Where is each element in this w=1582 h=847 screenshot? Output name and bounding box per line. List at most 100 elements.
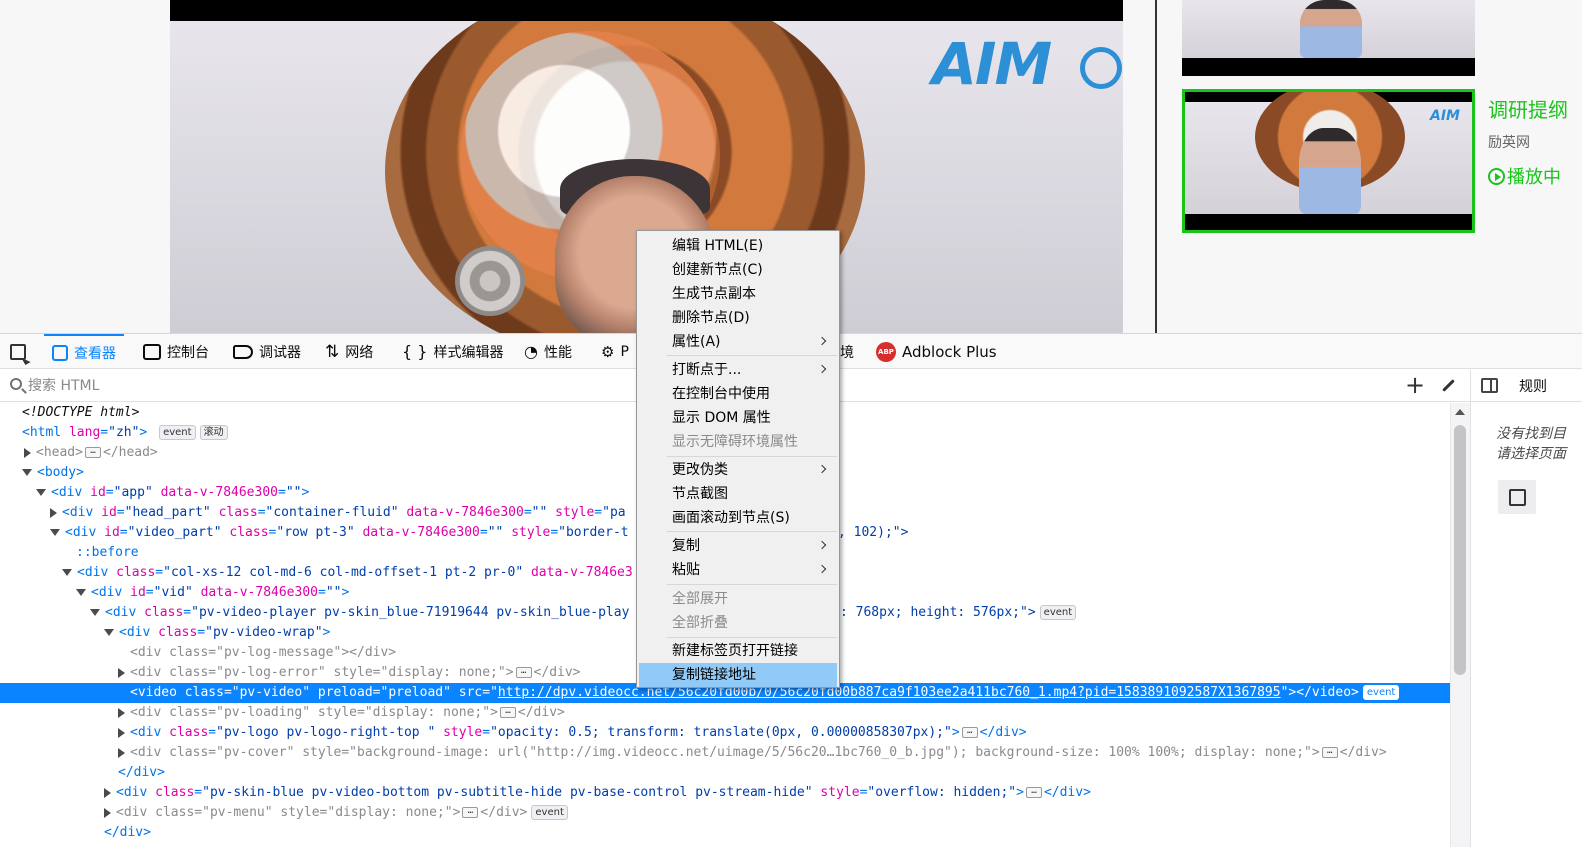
element-picker-button[interactable] xyxy=(10,334,26,369)
tab-debugger[interactable]: 调试器 xyxy=(233,334,301,369)
collapse-arrow-icon[interactable] xyxy=(90,609,100,616)
collapse-arrow-icon[interactable] xyxy=(76,589,86,596)
expand-arrow-icon[interactable] xyxy=(118,667,125,678)
markup-node[interactable]: <div class="pv-logo pv-logo-right-top " … xyxy=(0,723,1450,743)
menu-item-screenshot-node[interactable]: 节点截图 xyxy=(639,482,837,506)
add-node-button[interactable]: + xyxy=(1403,373,1427,399)
event-badge[interactable]: event xyxy=(531,805,568,820)
tag-name: div xyxy=(72,525,97,540)
attr-name: style xyxy=(280,805,320,820)
markup-node[interactable]: </div> xyxy=(0,823,1450,843)
tab-console[interactable]: 控制台 xyxy=(143,334,209,369)
menu-item-create-node[interactable]: 创建新节点(C) xyxy=(639,258,837,282)
menu-item-change-pseudo-class[interactable]: 更改伪类 xyxy=(639,458,837,482)
tab-label: 控制台 xyxy=(167,344,209,361)
expand-arrow-icon[interactable] xyxy=(24,447,31,458)
collapsed-ellipsis-icon[interactable]: … xyxy=(1025,787,1042,798)
playlist-item-title[interactable]: 调研提纲 xyxy=(1488,94,1568,123)
event-badge[interactable]: event xyxy=(1039,605,1077,620)
event-badge[interactable]: event xyxy=(1362,685,1400,700)
expand-arrow-icon[interactable] xyxy=(118,747,125,758)
tab-label: 查看器 xyxy=(74,345,116,362)
tab-accessibility[interactable]: 境 xyxy=(840,334,854,369)
collapse-arrow-icon[interactable] xyxy=(50,529,60,536)
markup-node[interactable]: <div class="pv-cover" style="background-… xyxy=(0,743,1450,763)
menu-item-show-dom-properties[interactable]: 显示 DOM 属性 xyxy=(639,406,837,430)
playlist-thumbnail-active[interactable]: AIM xyxy=(1182,89,1475,233)
tab-inspector[interactable]: 查看器 xyxy=(44,334,124,369)
collapse-arrow-icon[interactable] xyxy=(104,629,114,636)
collapsed-ellipsis-icon[interactable]: … xyxy=(515,667,532,678)
menu-item-edit-html[interactable]: 编辑 HTML(E) xyxy=(639,234,837,258)
collapse-arrow-icon[interactable] xyxy=(22,469,32,476)
collapsed-ellipsis-icon[interactable]: … xyxy=(462,807,479,818)
rules-panel: 没有找到目 请选择页面 xyxy=(1470,402,1582,847)
tag-name: div xyxy=(126,625,151,640)
tab-rules[interactable]: 规则 xyxy=(1519,376,1547,396)
tag-name: div xyxy=(112,605,137,620)
menu-item-scroll-into-view[interactable]: 画面滚动到节点(S) xyxy=(639,506,837,530)
tab-performance[interactable]: ◔ 性能 xyxy=(524,334,572,369)
collapse-arrow-icon[interactable] xyxy=(36,489,46,496)
menu-item-label: 显示无障碍环境属性 xyxy=(672,434,798,450)
menu-item-label: 画面滚动到节点(S) xyxy=(672,510,790,526)
scroll-up-arrow-icon[interactable] xyxy=(1455,409,1465,415)
menu-item-label: 复制 xyxy=(672,538,700,554)
search-html-input[interactable] xyxy=(28,374,628,398)
element-picker-icon xyxy=(10,343,26,360)
scrollbar-thumb[interactable] xyxy=(1454,425,1466,675)
eyedropper-icon[interactable] xyxy=(1437,375,1459,397)
attr-name: class xyxy=(155,805,195,820)
expand-arrow-icon[interactable] xyxy=(104,807,111,818)
pick-element-icon[interactable] xyxy=(1498,480,1536,514)
markup-node[interactable]: </div> xyxy=(0,763,1450,783)
attr-value-tail: : 768px; height: 576px;"> xyxy=(840,605,1036,620)
tab-style-editor[interactable]: { } 样式编辑器 xyxy=(402,334,503,369)
tag-close: </div> xyxy=(118,765,165,780)
doctype-text: <!DOCTYPE html> xyxy=(22,405,140,420)
network-icon: ⇅ xyxy=(325,341,340,362)
menu-item-break-on[interactable]: 打断点于... xyxy=(639,358,837,382)
menu-item-open-link-new-tab[interactable]: 新建标签页打开链接 xyxy=(639,639,837,663)
menu-separator xyxy=(667,637,837,638)
playlist-thumbnail[interactable] xyxy=(1182,0,1475,76)
menu-item-attributes[interactable]: 属性(A) xyxy=(639,330,837,354)
collapsed-ellipsis-icon[interactable]: … xyxy=(84,447,101,458)
tab-memory[interactable]: ⚙ P xyxy=(601,334,629,369)
collapse-arrow-icon[interactable] xyxy=(62,569,72,576)
video-src-link[interactable]: http://dpv.videocc.net/56c20fd00b/0/56c2… xyxy=(498,685,1281,700)
scroll-badge[interactable]: 滚动 xyxy=(199,425,228,440)
tag-name: video xyxy=(137,685,177,700)
markup-scrollbar[interactable] xyxy=(1450,403,1470,847)
expand-arrow-icon[interactable] xyxy=(50,507,57,518)
event-badge[interactable]: event xyxy=(159,425,196,440)
menu-item-label: 在控制台中使用 xyxy=(672,386,770,402)
collapsed-ellipsis-icon[interactable]: … xyxy=(1321,747,1338,758)
tag-name: div xyxy=(84,565,109,580)
tab-network[interactable]: ⇅ 网络 xyxy=(325,334,373,369)
expand-arrow-icon[interactable] xyxy=(118,707,125,718)
menu-item-paste[interactable]: 粘贴 xyxy=(639,558,837,582)
tag-open: <body> xyxy=(37,465,84,480)
toggle-sidebar-icon[interactable] xyxy=(1481,378,1498,393)
collapsed-ellipsis-icon[interactable]: … xyxy=(961,727,978,738)
markup-node[interactable]: <div class="pv-loading" style="display: … xyxy=(0,703,1450,723)
menu-item-delete-node[interactable]: 删除节点(D) xyxy=(639,306,837,330)
expand-arrow-icon[interactable] xyxy=(104,787,111,798)
tag-name: div xyxy=(123,805,148,820)
rules-empty-line: 请选择页面 xyxy=(1496,446,1566,462)
menu-item-copy[interactable]: 复制 xyxy=(639,534,837,558)
playlist-item-source: 励英网 xyxy=(1488,135,1530,151)
menu-item-use-in-console[interactable]: 在控制台中使用 xyxy=(639,382,837,406)
attr-name: preload xyxy=(317,685,373,700)
tag-name: div xyxy=(137,725,162,740)
expand-arrow-icon[interactable] xyxy=(118,727,125,738)
tab-adblock-plus[interactable]: ABP Adblock Plus xyxy=(876,334,997,369)
attr-name: lang xyxy=(68,425,101,440)
markup-node[interactable]: <div class="pv-menu" style="display: non… xyxy=(0,803,1450,823)
collapsed-ellipsis-icon[interactable]: … xyxy=(499,707,516,718)
attr-value: border-t xyxy=(565,525,629,540)
markup-node[interactable]: <div class="pv-skin-blue pv-video-bottom… xyxy=(0,783,1450,803)
menu-item-duplicate-node[interactable]: 生成节点副本 xyxy=(639,282,837,306)
menu-item-copy-link-address[interactable]: 复制链接地址 xyxy=(639,663,837,687)
